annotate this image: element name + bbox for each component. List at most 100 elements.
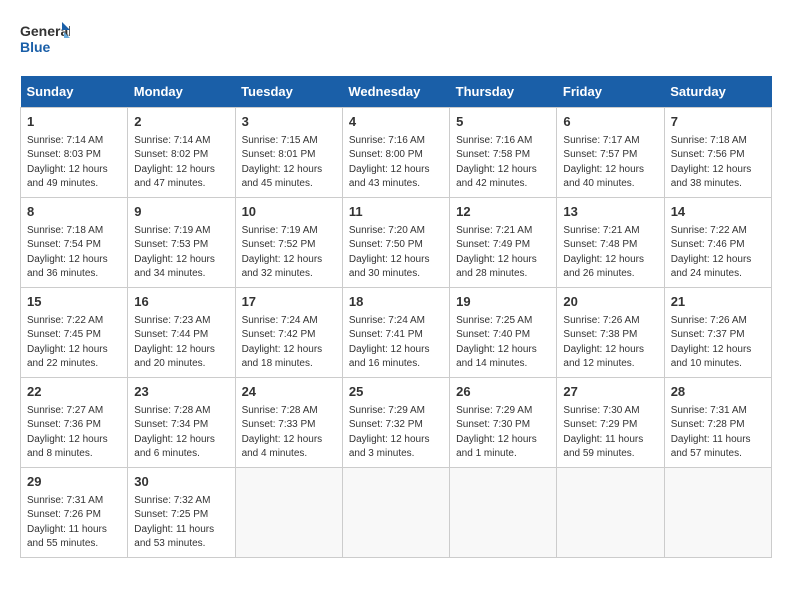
calendar-cell: 12 Sunrise: 7:21 AMSunset: 7:49 PMDayligh…: [450, 198, 557, 288]
calendar-table: SundayMondayTuesdayWednesdayThursdayFrid…: [20, 76, 772, 558]
calendar-week-3: 15Sunrise: 7:22 AMSunset: 7:45 PMDayligh…: [21, 288, 772, 378]
day-details: Sunrise: 7:25 AMSunset: 7:40 PMDaylight:…: [456, 314, 550, 372]
day-number: 6: [563, 113, 657, 132]
day-number: 2: [134, 113, 228, 132]
day-number: 22: [27, 383, 121, 402]
day-number: 26: [456, 383, 550, 402]
day-details: Sunrise: 7:22 AMSunset: 7:45 PMDaylight:…: [27, 314, 121, 372]
day-number: 8: [27, 203, 121, 222]
calendar-cell: 6 Sunrise: 7:17 AMSunset: 7:57 PMDaylight…: [557, 108, 664, 198]
weekday-header-sunday: Sunday: [21, 76, 128, 108]
calendar-cell: 21 Sunrise: 7:26 AMSunset: 7:37 PMDayligh…: [664, 288, 771, 378]
day-number: 9: [134, 203, 228, 222]
calendar-cell: 22 Sunrise: 7:27 AMSunset: 7:36 PMDayligh…: [21, 378, 128, 468]
day-number: 20: [563, 293, 657, 312]
day-details: Sunrise: 7:31 AMSunset: 7:26 PMDaylight:…: [27, 494, 121, 552]
day-details: Sunrise: 7:26 AMSunset: 7:38 PMDaylight:…: [563, 314, 657, 372]
day-number: 27: [563, 383, 657, 402]
day-number: 14: [671, 203, 765, 222]
day-number: 5: [456, 113, 550, 132]
calendar-cell: 18Sunrise: 7:24 AMSunset: 7:41 PMDayligh…: [342, 288, 449, 378]
day-details: Sunrise: 7:23 AMSunset: 7:44 PMDaylight:…: [134, 314, 228, 372]
weekday-header-tuesday: Tuesday: [235, 76, 342, 108]
day-number: 21: [671, 293, 765, 312]
day-details: Sunrise: 7:19 AMSunset: 7:52 PMDaylight:…: [242, 224, 336, 282]
day-details: Sunrise: 7:14 AMSunset: 8:03 PMDaylight:…: [27, 134, 121, 192]
calendar-cell: 29 Sunrise: 7:31 AMSunset: 7:26 PMDayligh…: [21, 468, 128, 558]
day-number: 12: [456, 203, 550, 222]
day-details: Sunrise: 7:29 AMSunset: 7:32 PMDaylight:…: [349, 404, 443, 462]
day-details: Sunrise: 7:18 AMSunset: 7:56 PMDaylight:…: [671, 134, 765, 192]
calendar-cell: [450, 468, 557, 558]
logo-svg: General Blue: [20, 20, 70, 60]
day-details: Sunrise: 7:28 AMSunset: 7:33 PMDaylight:…: [242, 404, 336, 462]
calendar-cell: 17Sunrise: 7:24 AMSunset: 7:42 PMDayligh…: [235, 288, 342, 378]
weekday-header-friday: Friday: [557, 76, 664, 108]
day-details: Sunrise: 7:28 AMSunset: 7:34 PMDaylight:…: [134, 404, 228, 462]
svg-text:Blue: Blue: [20, 39, 51, 55]
calendar-cell: [235, 468, 342, 558]
weekday-header-thursday: Thursday: [450, 76, 557, 108]
calendar-cell: 16 Sunrise: 7:23 AMSunset: 7:44 PMDayligh…: [128, 288, 235, 378]
day-number: 16: [134, 293, 228, 312]
day-details: Sunrise: 7:21 AMSunset: 7:48 PMDaylight:…: [563, 224, 657, 282]
calendar-week-2: 8 Sunrise: 7:18 AMSunset: 7:54 PMDaylight…: [21, 198, 772, 288]
calendar-week-5: 29 Sunrise: 7:31 AMSunset: 7:26 PMDayligh…: [21, 468, 772, 558]
calendar-cell: 24 Sunrise: 7:28 AMSunset: 7:33 PMDayligh…: [235, 378, 342, 468]
calendar-cell: 10 Sunrise: 7:19 AMSunset: 7:52 PMDayligh…: [235, 198, 342, 288]
day-details: Sunrise: 7:16 AMSunset: 8:00 PMDaylight:…: [349, 134, 443, 192]
calendar-cell: 14 Sunrise: 7:22 AMSunset: 7:46 PMDayligh…: [664, 198, 771, 288]
day-details: Sunrise: 7:26 AMSunset: 7:37 PMDaylight:…: [671, 314, 765, 372]
calendar-cell: 2 Sunrise: 7:14 AMSunset: 8:02 PMDaylight…: [128, 108, 235, 198]
calendar-cell: 8 Sunrise: 7:18 AMSunset: 7:54 PMDaylight…: [21, 198, 128, 288]
day-details: Sunrise: 7:31 AMSunset: 7:28 PMDaylight:…: [671, 404, 765, 462]
calendar-cell: 15Sunrise: 7:22 AMSunset: 7:45 PMDayligh…: [21, 288, 128, 378]
day-details: Sunrise: 7:17 AMSunset: 7:57 PMDaylight:…: [563, 134, 657, 192]
day-details: Sunrise: 7:15 AMSunset: 8:01 PMDaylight:…: [242, 134, 336, 192]
day-details: Sunrise: 7:30 AMSunset: 7:29 PMDaylight:…: [563, 404, 657, 462]
calendar-cell: 7 Sunrise: 7:18 AMSunset: 7:56 PMDaylight…: [664, 108, 771, 198]
calendar-cell: 25 Sunrise: 7:29 AMSunset: 7:32 PMDayligh…: [342, 378, 449, 468]
calendar-cell: 3Sunrise: 7:15 AMSunset: 8:01 PMDaylight…: [235, 108, 342, 198]
calendar-cell: 20 Sunrise: 7:26 AMSunset: 7:38 PMDayligh…: [557, 288, 664, 378]
calendar-cell: [664, 468, 771, 558]
calendar-week-1: 1 Sunrise: 7:14 AMSunset: 8:03 PMDaylight…: [21, 108, 772, 198]
day-number: 7: [671, 113, 765, 132]
calendar-cell: [342, 468, 449, 558]
day-number: 23: [134, 383, 228, 402]
day-details: Sunrise: 7:19 AMSunset: 7:53 PMDaylight:…: [134, 224, 228, 282]
day-details: Sunrise: 7:29 AMSunset: 7:30 PMDaylight:…: [456, 404, 550, 462]
day-number: 24: [242, 383, 336, 402]
calendar-cell: 27 Sunrise: 7:30 AMSunset: 7:29 PMDayligh…: [557, 378, 664, 468]
calendar-cell: 1 Sunrise: 7:14 AMSunset: 8:03 PMDaylight…: [21, 108, 128, 198]
day-details: Sunrise: 7:18 AMSunset: 7:54 PMDaylight:…: [27, 224, 121, 282]
day-details: Sunrise: 7:27 AMSunset: 7:36 PMDaylight:…: [27, 404, 121, 462]
calendar-cell: 26 Sunrise: 7:29 AMSunset: 7:30 PMDayligh…: [450, 378, 557, 468]
day-details: Sunrise: 7:14 AMSunset: 8:02 PMDaylight:…: [134, 134, 228, 192]
day-number: 29: [27, 473, 121, 492]
day-number: 18: [349, 293, 443, 312]
day-number: 30: [134, 473, 228, 492]
day-details: Sunrise: 7:32 AMSunset: 7:25 PMDaylight:…: [134, 494, 228, 552]
calendar-cell: 19Sunrise: 7:25 AMSunset: 7:40 PMDayligh…: [450, 288, 557, 378]
day-number: 13: [563, 203, 657, 222]
calendar-week-4: 22 Sunrise: 7:27 AMSunset: 7:36 PMDayligh…: [21, 378, 772, 468]
day-number: 25: [349, 383, 443, 402]
calendar-cell: 9 Sunrise: 7:19 AMSunset: 7:53 PMDaylight…: [128, 198, 235, 288]
day-details: Sunrise: 7:21 AMSunset: 7:49 PMDaylight:…: [456, 224, 550, 282]
day-number: 10: [242, 203, 336, 222]
calendar-cell: 5Sunrise: 7:16 AMSunset: 7:58 PMDaylight…: [450, 108, 557, 198]
calendar-cell: 28 Sunrise: 7:31 AMSunset: 7:28 PMDayligh…: [664, 378, 771, 468]
logo: General Blue: [20, 20, 70, 60]
day-number: 1: [27, 113, 121, 132]
weekday-header-monday: Monday: [128, 76, 235, 108]
day-number: 11: [349, 203, 443, 222]
calendar-cell: 11Sunrise: 7:20 AMSunset: 7:50 PMDayligh…: [342, 198, 449, 288]
calendar-cell: 13 Sunrise: 7:21 AMSunset: 7:48 PMDayligh…: [557, 198, 664, 288]
calendar-cell: [557, 468, 664, 558]
day-number: 17: [242, 293, 336, 312]
page-header: General Blue: [20, 20, 772, 60]
day-number: 28: [671, 383, 765, 402]
day-number: 4: [349, 113, 443, 132]
day-details: Sunrise: 7:22 AMSunset: 7:46 PMDaylight:…: [671, 224, 765, 282]
